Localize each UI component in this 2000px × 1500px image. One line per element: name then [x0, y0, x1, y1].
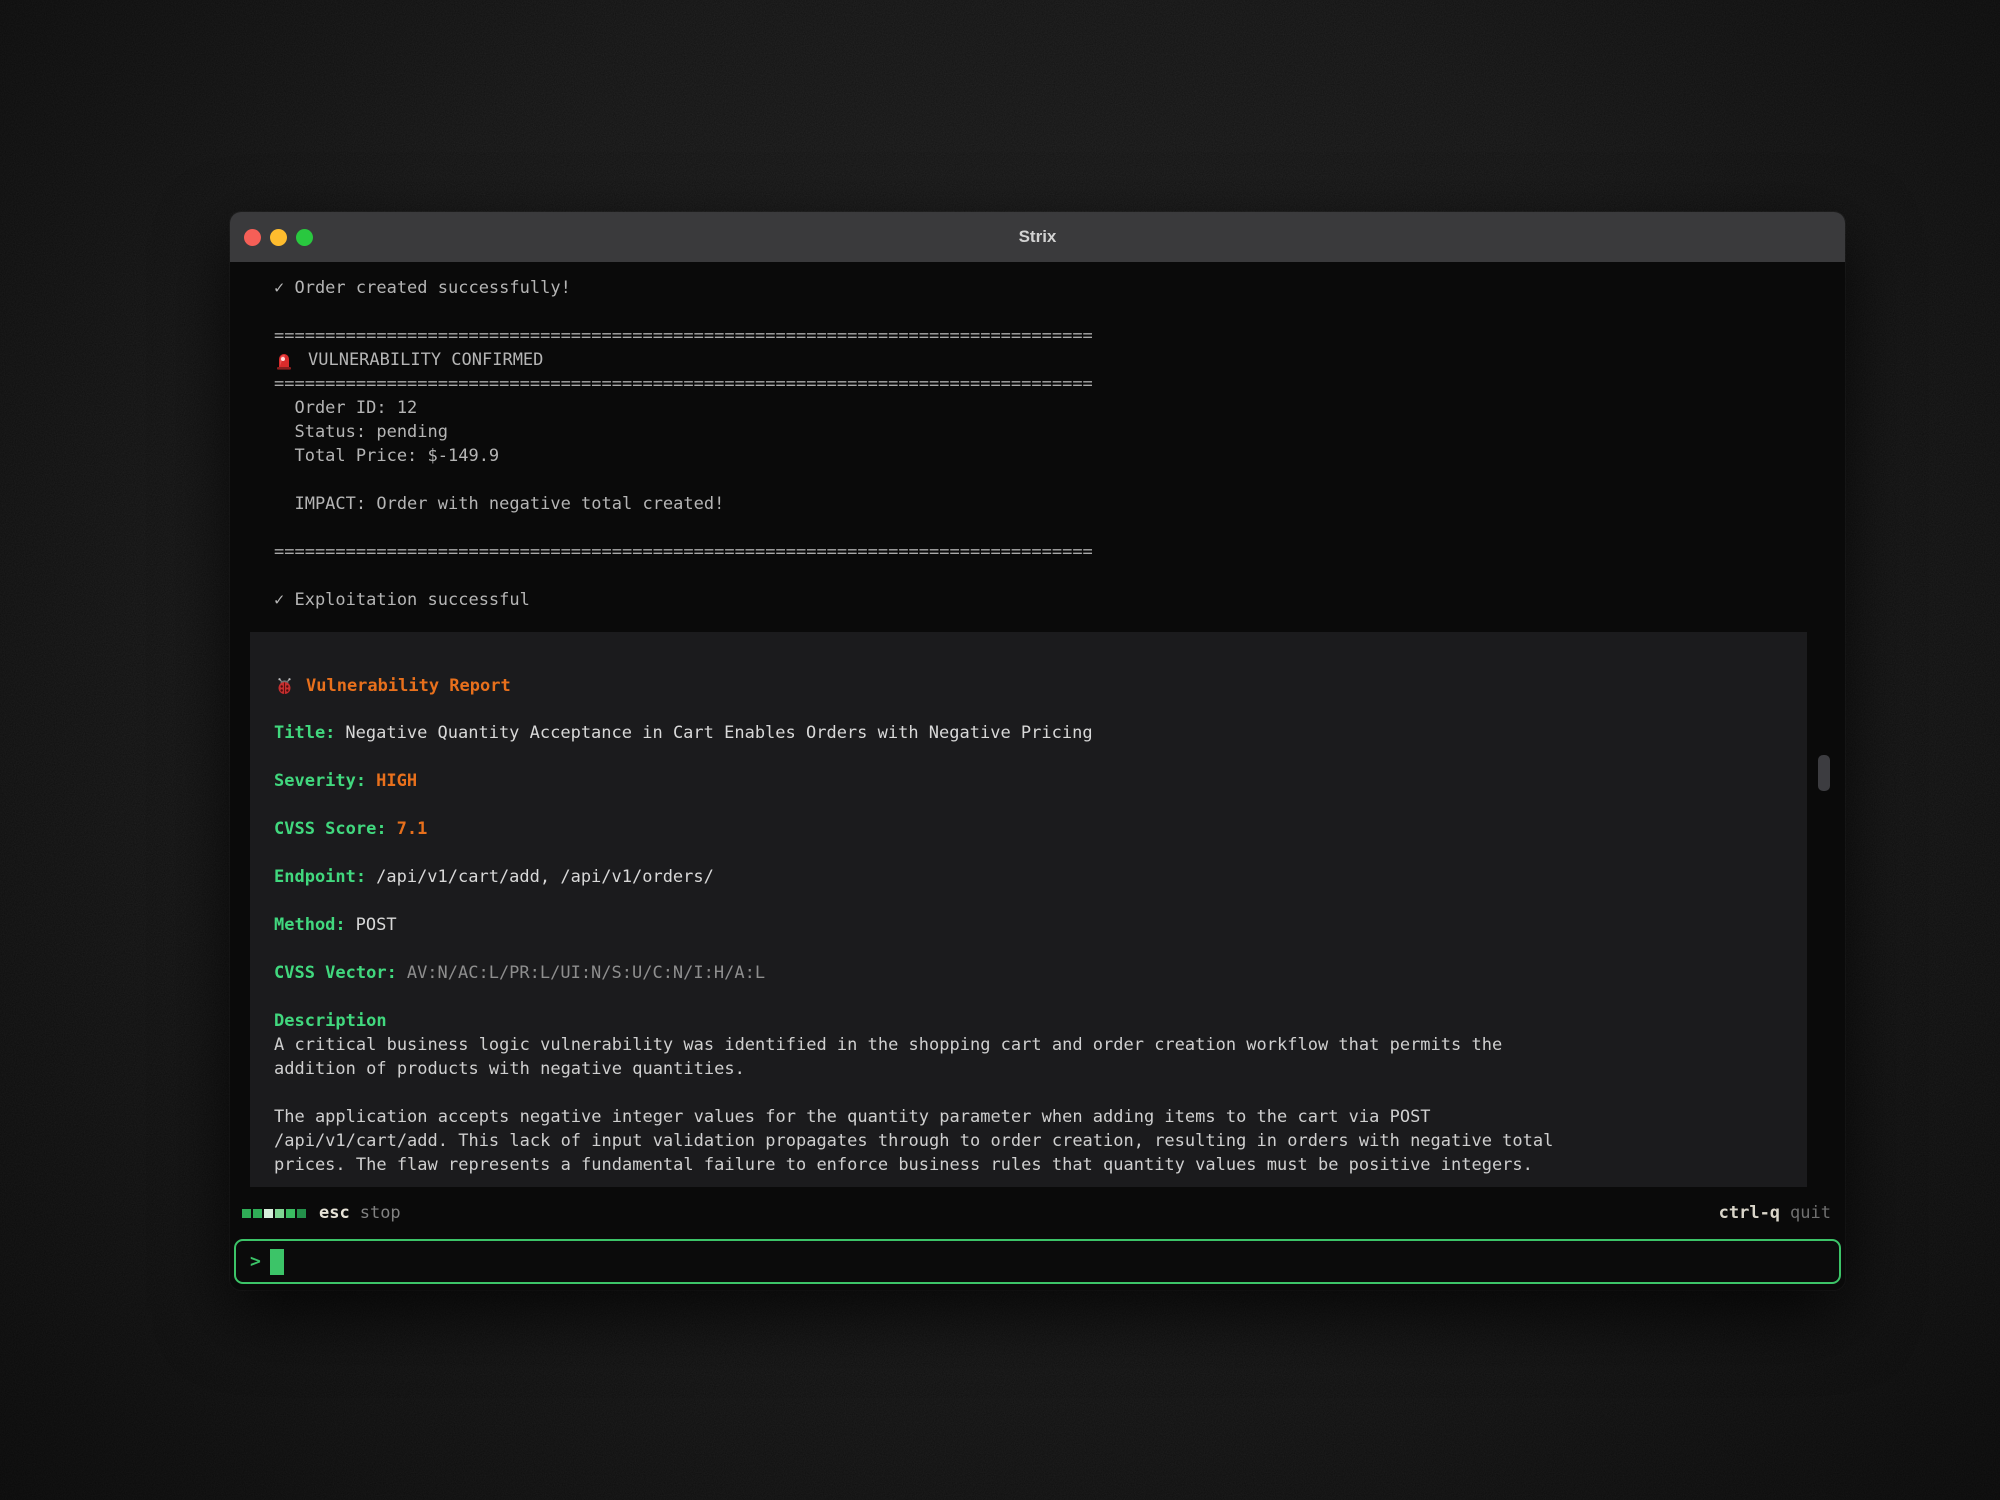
- impact-line: IMPACT: Order with negative total create…: [274, 492, 1845, 516]
- blank-line: [274, 300, 1845, 324]
- window-controls: [244, 229, 313, 246]
- minimize-button[interactable]: [270, 229, 287, 246]
- report-field-cvss-score: CVSS Score: 7.1: [274, 817, 1783, 841]
- vulnerability-report-panel: Vulnerability Report Title: Negative Quan…: [250, 632, 1807, 1187]
- report-heading-text: Vulnerability Report: [306, 674, 511, 698]
- field-value: HIGH: [376, 771, 417, 791]
- report-field-severity: Severity: HIGH: [274, 769, 1783, 793]
- spinner-square: [275, 1209, 284, 1218]
- separator-line: ========================================…: [274, 324, 1845, 348]
- field-value: 7.1: [397, 819, 428, 839]
- order-id-line: Order ID: 12: [274, 396, 1845, 420]
- command-input[interactable]: >: [234, 1239, 1841, 1284]
- window-title: Strix: [230, 227, 1845, 247]
- quit-shortcut[interactable]: ctrl-q quit: [1719, 1203, 1831, 1223]
- field-label: Endpoint:: [274, 867, 366, 887]
- exploitation-success-line: ✓ Exploitation successful: [274, 588, 1845, 612]
- prompt-chevron: >: [250, 1253, 261, 1271]
- description-paragraph: A critical business logic vulnerability …: [274, 1033, 1783, 1081]
- field-label: CVSS Score:: [274, 819, 387, 839]
- vulnerability-confirmed-text: VULNERABILITY CONFIRMED: [308, 348, 543, 372]
- stop-shortcut[interactable]: esc stop: [319, 1203, 401, 1223]
- field-value: POST: [356, 915, 397, 935]
- bug-icon: [274, 678, 294, 695]
- order-status-line: Status: pending: [274, 420, 1845, 444]
- report-heading: Vulnerability Report: [274, 674, 1783, 698]
- field-value: Negative Quantity Acceptance in Cart Ena…: [345, 723, 1092, 743]
- strix-terminal-window: Strix ✓ Order created successfully! ====…: [230, 212, 1845, 1290]
- order-total-line: Total Price: $-149.9: [274, 444, 1845, 468]
- close-button[interactable]: [244, 229, 261, 246]
- field-label: CVSS Vector:: [274, 963, 397, 983]
- input-row: >: [230, 1239, 1845, 1290]
- description-heading: Description: [274, 1009, 1783, 1033]
- ctrl-q-key-label: ctrl-q: [1719, 1203, 1780, 1223]
- text-cursor: [270, 1249, 284, 1275]
- spinner-square: [297, 1209, 306, 1218]
- maximize-button[interactable]: [296, 229, 313, 246]
- field-label: Title:: [274, 723, 335, 743]
- siren-icon: [274, 351, 294, 370]
- esc-key-label: esc: [319, 1203, 350, 1223]
- description-paragraph: The application accepts negative integer…: [274, 1105, 1783, 1177]
- stop-action-label: stop: [360, 1203, 401, 1223]
- spinner-square: [253, 1209, 262, 1218]
- window-titlebar: Strix: [230, 212, 1845, 262]
- spinner-square: [286, 1209, 295, 1218]
- spinner: [242, 1209, 306, 1218]
- blank-line: [274, 516, 1845, 540]
- separator-line: ========================================…: [274, 540, 1845, 564]
- report-field-cvss-vector: CVSS Vector: AV:N/AC:L/PR:L/UI:N/S:U/C:N/…: [274, 961, 1783, 985]
- report-field-endpoint: Endpoint: /api/v1/cart/add, /api/v1/order…: [274, 865, 1783, 889]
- blank-line: [274, 564, 1845, 588]
- separator-line: ========================================…: [274, 372, 1845, 396]
- field-value: AV:N/AC:L/PR:L/UI:N/S:U/C:N/I:H/A:L: [407, 963, 765, 983]
- vulnerability-confirmed-line: VULNERABILITY CONFIRMED: [274, 348, 1845, 372]
- spinner-square: [242, 1209, 251, 1218]
- order-success-line: ✓ Order created successfully!: [274, 276, 1845, 300]
- report-field-title: Title: Negative Quantity Acceptance in Ca…: [274, 721, 1783, 745]
- scrollbar-thumb[interactable]: [1818, 755, 1830, 791]
- field-label: Method:: [274, 915, 346, 935]
- field-label: Severity:: [274, 771, 366, 791]
- blank-line: [274, 468, 1845, 492]
- status-bar: esc stop ctrl-q quit: [230, 1187, 1845, 1239]
- report-field-method: Method: POST: [274, 913, 1783, 937]
- field-value: /api/v1/cart/add, /api/v1/orders/: [376, 867, 714, 887]
- quit-action-label: quit: [1790, 1203, 1831, 1223]
- spinner-square: [264, 1209, 273, 1218]
- terminal-output: ✓ Order created successfully! ==========…: [230, 262, 1845, 1187]
